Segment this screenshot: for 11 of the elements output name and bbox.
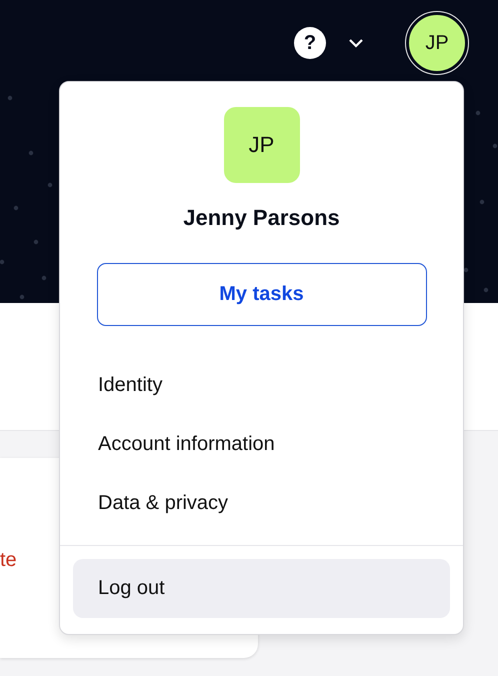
menu-item[interactable]: Data & privacy [60,474,463,533]
user-avatar[interactable]: JP [406,12,468,74]
my-tasks-button[interactable]: My tasks [96,263,426,326]
avatar-initials: JP [224,107,300,183]
logout-item[interactable]: Log out [73,559,450,618]
menu-item[interactable]: Account information [60,415,463,474]
menu-item[interactable]: Identity [60,356,463,415]
chevron-down-icon[interactable] [348,38,364,48]
help-button[interactable]: ? [294,27,326,59]
card-text: te [0,548,17,572]
user-name: Jenny Parsons [183,205,340,231]
